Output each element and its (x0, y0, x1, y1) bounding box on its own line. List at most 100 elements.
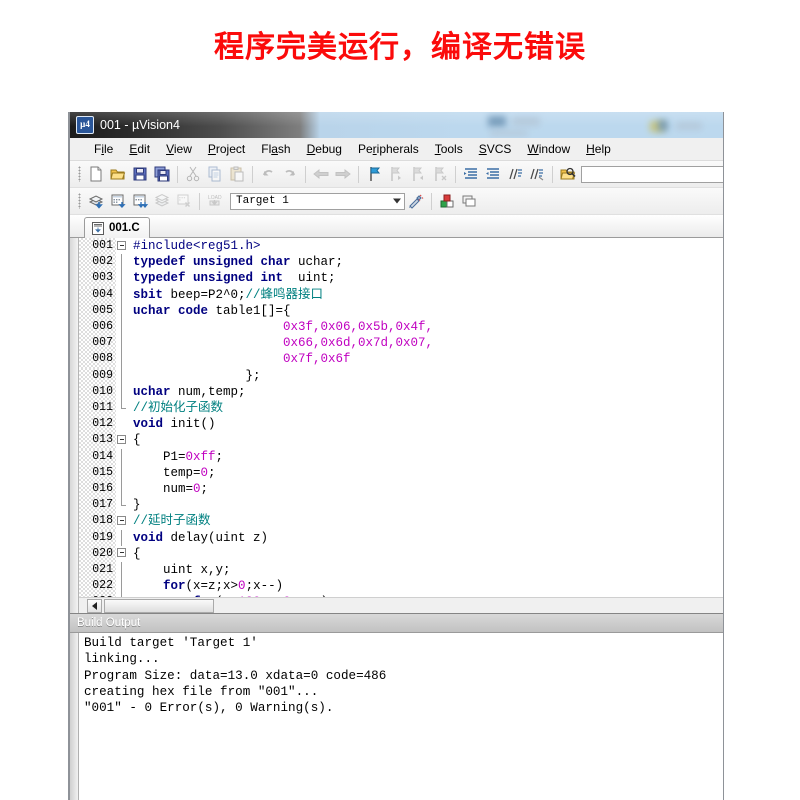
fold-collapse-icon[interactable] (117, 240, 126, 250)
undo-icon[interactable] (257, 164, 279, 185)
menu-item-edit[interactable]: Edit (121, 140, 158, 158)
indent-icon[interactable] (460, 164, 482, 185)
translate-icon[interactable] (85, 191, 107, 212)
new-file-icon[interactable] (85, 164, 107, 185)
copy-icon[interactable] (204, 164, 226, 185)
code-line[interactable]: 009 }; (79, 367, 723, 384)
tab-001c[interactable]: 001.C (84, 217, 150, 238)
code-text[interactable]: uint x,y; (129, 562, 723, 578)
clear-bookmarks-icon[interactable] (429, 164, 451, 185)
comment-icon[interactable] (504, 164, 526, 185)
fold-margin[interactable] (116, 497, 129, 514)
code-text[interactable]: //初始化子函数 (129, 400, 723, 416)
code-text[interactable]: sbit beep=P2^0;//蜂鸣器接口 (129, 287, 723, 303)
save-all-icon[interactable] (151, 164, 173, 185)
menu-item-debug[interactable]: Debug (299, 140, 350, 158)
code-line[interactable]: 016 num=0; (79, 481, 723, 498)
code-text[interactable]: uchar code table1[]={ (129, 303, 723, 319)
code-text[interactable]: for(x=z;x>0;x--) (129, 578, 723, 594)
fold-margin[interactable] (116, 432, 129, 449)
menu-item-project[interactable]: Project (200, 140, 253, 158)
target-combo[interactable]: Target 1 (230, 192, 405, 210)
code-text[interactable]: typedef unsigned char uchar; (129, 254, 723, 270)
document-tabstrip[interactable]: 001.C (70, 215, 723, 238)
code-lines[interactable]: 001 #include<reg51.h> 002 typedef unsigned … (79, 238, 723, 611)
code-line[interactable]: 012 void init() (79, 416, 723, 433)
download-icon[interactable]: LOAD (204, 191, 226, 212)
code-text[interactable]: 0x66,0x6d,0x7d,0x07, (129, 335, 723, 351)
multi-project-icon[interactable] (458, 191, 480, 212)
code-line[interactable]: 003 typedef unsigned int uint; (79, 270, 723, 287)
code-line[interactable]: 001 #include<reg51.h> (79, 238, 723, 255)
code-text[interactable]: void delay(uint z) (129, 530, 723, 546)
code-line[interactable]: 019 void delay(uint z) (79, 529, 723, 546)
code-line[interactable]: 021 uint x,y; (79, 562, 723, 579)
fold-collapse-icon[interactable] (117, 548, 126, 558)
code-text[interactable]: { (129, 546, 723, 562)
fold-margin[interactable] (116, 270, 129, 287)
fold-margin[interactable] (116, 464, 129, 482)
scrollbar-thumb[interactable] (104, 598, 214, 613)
code-text[interactable]: }; (129, 368, 723, 384)
code-line[interactable]: 020 { (79, 545, 723, 563)
toolbar-standard[interactable] (70, 161, 723, 188)
code-line[interactable]: 011 //初始化子函数 (79, 400, 723, 417)
outdent-icon[interactable] (482, 164, 504, 185)
rebuild-all-icon[interactable] (129, 191, 151, 212)
fold-margin[interactable] (116, 400, 129, 417)
code-text[interactable]: #include<reg51.h> (129, 238, 723, 254)
code-text[interactable]: //延时子函数 (129, 513, 723, 529)
fold-margin[interactable] (116, 529, 129, 546)
open-file-icon[interactable] (107, 164, 129, 185)
menu-item-window[interactable]: Window (519, 140, 578, 158)
fold-margin[interactable] (116, 302, 129, 320)
target-options-icon[interactable] (405, 191, 427, 212)
window-titlebar[interactable]: µ4 001 - µVision4 (70, 112, 723, 138)
build-target-icon[interactable] (107, 191, 129, 212)
fold-margin[interactable] (116, 481, 129, 498)
stop-build-icon[interactable] (173, 191, 195, 212)
next-bookmark-icon[interactable] (407, 164, 429, 185)
previous-bookmark-icon[interactable] (385, 164, 407, 185)
fold-margin[interactable] (116, 238, 129, 255)
toolbar-grip[interactable] (78, 193, 81, 209)
code-line[interactable]: 007 0x66,0x6d,0x7d,0x07, (79, 335, 723, 352)
code-text[interactable]: P1=0xff; (129, 449, 723, 465)
code-editor[interactable]: 001 #include<reg51.h> 002 typedef unsigned … (70, 238, 723, 614)
save-icon[interactable] (129, 164, 151, 185)
scroll-left-button[interactable] (87, 598, 102, 613)
code-text[interactable]: uchar num,temp; (129, 384, 723, 400)
code-text[interactable]: void init() (129, 416, 723, 432)
menu-item-file[interactable]: File (86, 140, 121, 158)
code-line[interactable]: 002 typedef unsigned char uchar; (79, 254, 723, 271)
code-text[interactable]: { (129, 432, 723, 448)
fold-margin[interactable] (116, 578, 129, 595)
code-text[interactable]: 0x3f,0x06,0x5b,0x4f, (129, 319, 723, 335)
cut-icon[interactable] (182, 164, 204, 185)
batch-build-icon[interactable] (151, 191, 173, 212)
code-text[interactable]: typedef unsigned int uint; (129, 270, 723, 286)
fold-margin[interactable] (116, 319, 129, 336)
code-line[interactable]: 005 uchar code table1[]={ (79, 302, 723, 320)
fold-margin[interactable] (116, 286, 129, 303)
code-line[interactable]: 006 0x3f,0x06,0x5b,0x4f, (79, 319, 723, 336)
code-line[interactable]: 010 uchar num,temp; (79, 383, 723, 401)
toolbar-build[interactable]: LOAD Target 1 (70, 188, 723, 215)
find-in-files-icon[interactable] (557, 164, 579, 185)
code-line[interactable]: 022 for(x=z;x>0;x--) (79, 578, 723, 595)
code-line[interactable]: 008 0x7f,0x6f (79, 351, 723, 368)
fold-margin[interactable] (116, 513, 129, 530)
menu-item-svcs[interactable]: SVCS (471, 140, 520, 158)
uncomment-icon[interactable] (526, 164, 548, 185)
fold-margin[interactable] (116, 367, 129, 384)
code-line[interactable]: 014 P1=0xff; (79, 448, 723, 465)
toggle-bookmark-icon[interactable] (363, 164, 385, 185)
fold-margin[interactable] (116, 335, 129, 352)
find-combo[interactable] (581, 165, 723, 183)
editor-horizontal-scrollbar[interactable] (79, 597, 723, 613)
fold-margin[interactable] (116, 351, 129, 368)
fold-margin[interactable] (116, 254, 129, 271)
redo-icon[interactable] (279, 164, 301, 185)
fold-collapse-icon[interactable] (117, 515, 126, 525)
code-text[interactable]: 0x7f,0x6f (129, 351, 723, 367)
